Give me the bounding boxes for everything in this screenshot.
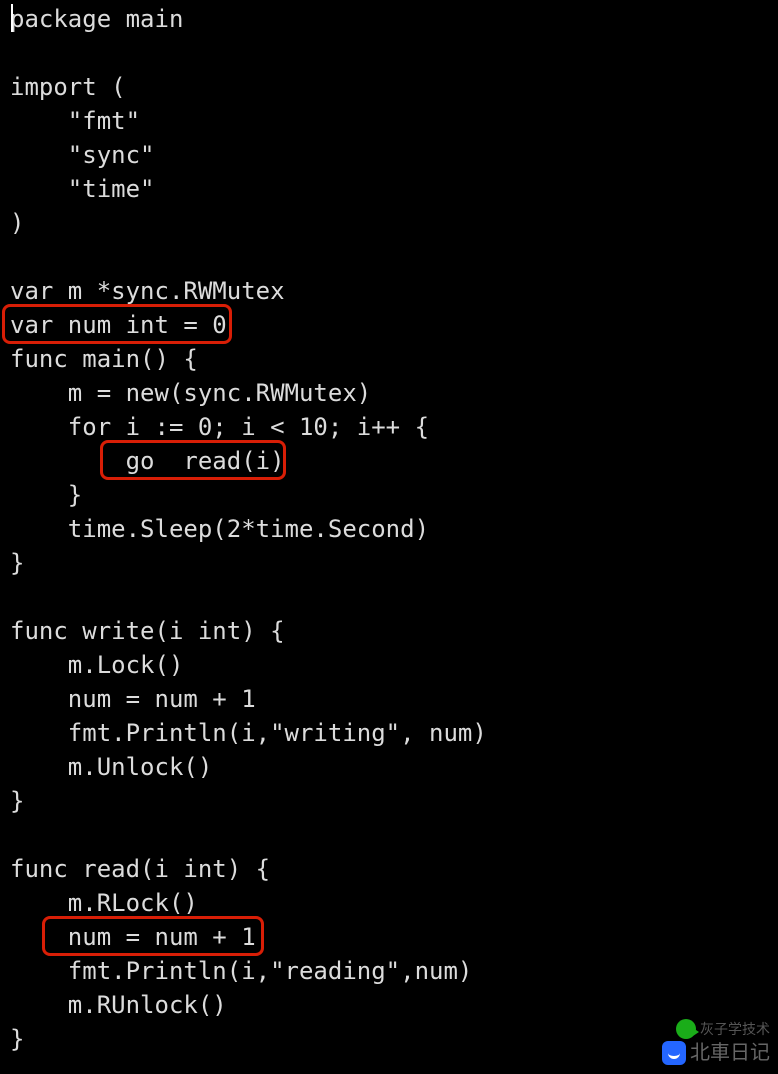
code-editor: package main import ( "fmt" "sync" "time… [0, 0, 778, 1074]
text-cursor [11, 4, 13, 32]
code-block[interactable]: package main import ( "fmt" "sync" "time… [0, 0, 778, 1066]
code-text: package main import ( "fmt" "sync" "time… [10, 5, 487, 1053]
